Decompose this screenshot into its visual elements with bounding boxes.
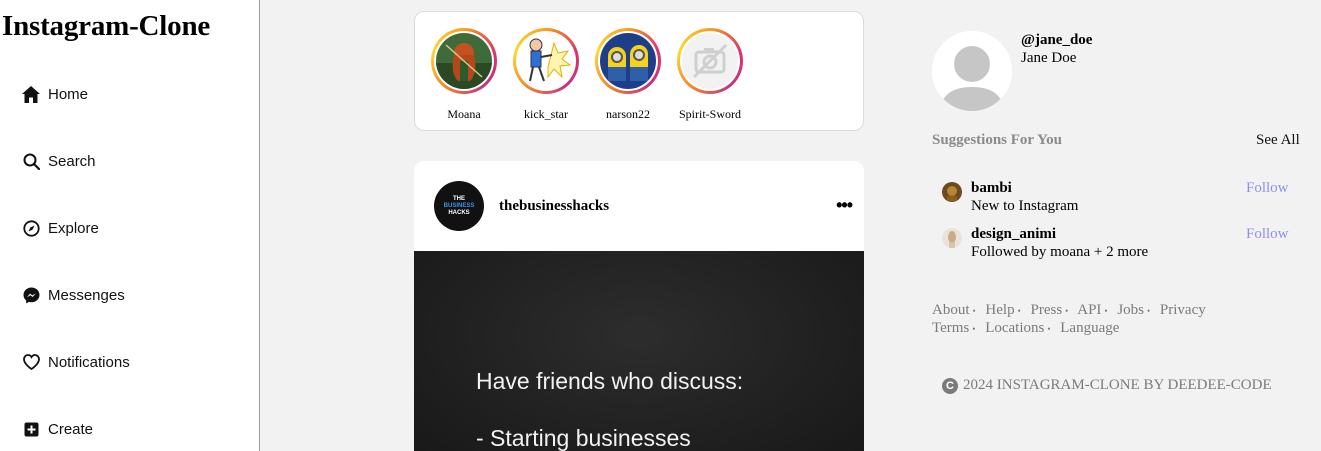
app-logo[interactable]: Instagram-Clone: [2, 10, 210, 43]
footer-links-row: About • Help • Press • API • Jobs • Privacy: [932, 302, 1206, 319]
footer-link-language[interactable]: Language: [1060, 320, 1119, 336]
separator-dot: •: [1104, 305, 1108, 316]
sidebar: Instagram-Clone Home Search Explore Mess…: [0, 0, 260, 451]
home-icon: [21, 84, 41, 104]
copyright: C 2024 INSTAGRAM-CLONE BY DEEDEE-CODE: [942, 377, 1272, 394]
suggestion-avatar[interactable]: [942, 182, 962, 202]
story-ring: [677, 28, 743, 94]
footer-link-terms[interactable]: Terms: [932, 320, 969, 336]
search-icon: [21, 151, 41, 171]
sidebar-item-label: Messenges: [48, 286, 125, 304]
sidebar-item-label: Notifications: [48, 353, 130, 371]
suggestions-title: Suggestions For You: [932, 132, 1063, 148]
separator-dot: •: [1147, 305, 1151, 316]
profile-name: Jane Doe: [1021, 50, 1077, 66]
post-header: THE BUSINESS HACKS thebusinesshacks •••: [414, 161, 864, 251]
story-item[interactable]: Moana: [429, 28, 499, 122]
separator-dot: •: [972, 305, 976, 316]
footer-link-api[interactable]: API: [1077, 302, 1101, 318]
post-image-text: Have friends who discuss:: [476, 368, 744, 394]
story-avatar: [436, 33, 492, 89]
separator-dot: •: [1065, 305, 1069, 316]
post-image[interactable]: Have friends who discuss: - Starting bus…: [414, 251, 864, 451]
story-item[interactable]: Spirit-Sword: [675, 28, 745, 122]
sidebar-item-search[interactable]: Search: [21, 149, 96, 173]
sidebar-item-messenges[interactable]: Messenges: [21, 283, 125, 307]
story-ring: [595, 28, 661, 94]
copyright-icon: C: [942, 377, 958, 394]
story-ring: [431, 28, 497, 94]
suggestion-avatar[interactable]: [942, 228, 962, 248]
story-username: kick_star: [524, 107, 568, 121]
stories-bar: Moana kick_star narson22 Spirit-Sword: [414, 11, 864, 131]
story-username: Spirit-Sword: [678, 107, 741, 121]
separator-dot: •: [972, 323, 976, 334]
story-item[interactable]: kick_star: [511, 28, 581, 122]
post-author-username[interactable]: thebusinesshacks: [499, 198, 609, 215]
sidebar-item-label: Search: [48, 152, 96, 170]
copyright-text: 2024 INSTAGRAM-CLONE BY DEEDEE-CODE: [963, 377, 1272, 393]
avatar-text: HACKS: [448, 209, 470, 216]
separator-dot: •: [1047, 323, 1051, 334]
heart-icon: [21, 352, 41, 372]
story-ring: [513, 28, 579, 94]
footer-link-locations[interactable]: Locations: [985, 320, 1044, 336]
sidebar-item-label: Create: [48, 420, 94, 438]
post-author-avatar[interactable]: THE BUSINESS HACKS: [434, 181, 484, 231]
plus-square-icon: [21, 419, 41, 439]
avatar-text: BUSINESS: [443, 202, 475, 209]
sidebar-item-notifications[interactable]: Notifications: [21, 350, 130, 374]
footer-link-privacy[interactable]: Privacy: [1160, 302, 1206, 318]
compass-icon: [21, 218, 41, 238]
footer-link-press[interactable]: Press: [1030, 302, 1062, 318]
sidebar-item-label: Home: [48, 85, 89, 103]
see-all-link[interactable]: See All: [1256, 132, 1300, 149]
story-avatar: [600, 33, 656, 89]
suggestion-username[interactable]: design_animi: [971, 226, 1056, 243]
story-avatar: [682, 33, 738, 89]
sidebar-item-create[interactable]: Create: [21, 417, 93, 441]
feed-post: THE BUSINESS HACKS thebusinesshacks ••• …: [414, 161, 864, 451]
follow-button[interactable]: Follow: [1246, 180, 1289, 197]
footer-link-help[interactable]: Help: [985, 302, 1014, 318]
post-image-text: - Starting businesses: [476, 425, 691, 451]
profile-handle[interactable]: @jane_doe: [1021, 32, 1092, 49]
separator-dot: •: [1017, 305, 1021, 316]
story-username: narson22: [606, 107, 650, 121]
avatar-text: THE: [453, 195, 465, 202]
story-avatar: [518, 33, 574, 89]
footer-link-jobs[interactable]: Jobs: [1117, 302, 1144, 318]
story-username: Moana: [447, 107, 481, 121]
suggestion-subtitle: Followed by moana + 2 more: [971, 244, 1149, 260]
follow-button[interactable]: Follow: [1246, 226, 1289, 243]
story-item[interactable]: narson22: [593, 28, 663, 122]
more-options-icon[interactable]: •••: [836, 195, 853, 216]
suggestion-username[interactable]: bambi: [971, 180, 1012, 197]
sidebar-item-label: Explore: [48, 219, 99, 237]
footer-links-row: Terms • Locations • Language: [932, 320, 1119, 337]
sidebar-item-home[interactable]: Home: [21, 82, 88, 106]
footer-link-about[interactable]: About: [932, 302, 970, 318]
profile-avatar[interactable]: [932, 31, 1012, 111]
sidebar-item-explore[interactable]: Explore: [21, 216, 99, 240]
messenger-icon: [21, 285, 41, 305]
suggestion-subtitle: New to Instagram: [971, 198, 1079, 214]
